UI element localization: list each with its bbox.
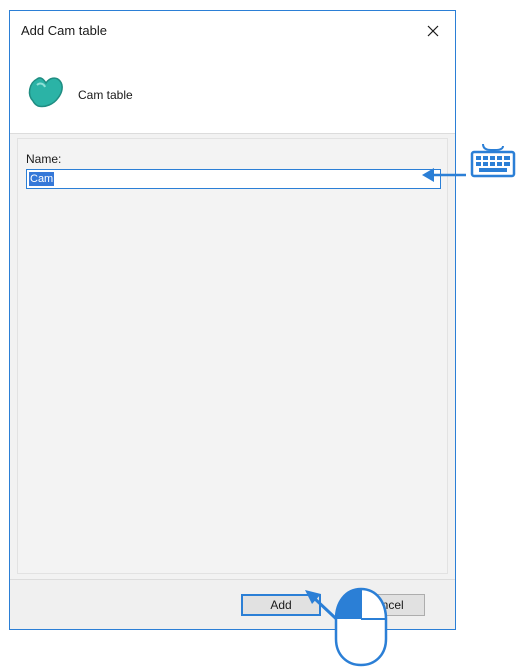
mouse-icon: [334, 587, 388, 667]
add-button[interactable]: Add: [241, 594, 321, 616]
dialog-body: Name: Cam: [10, 133, 455, 579]
form-panel: Name: Cam: [17, 138, 448, 574]
dialog-header: Cam table: [10, 51, 455, 133]
name-field-value: Cam: [29, 172, 55, 186]
header-label: Cam table: [78, 88, 133, 102]
dialog-title: Add Cam table: [21, 23, 107, 38]
name-field[interactable]: Cam: [26, 169, 441, 189]
cam-table-icon: [28, 77, 63, 108]
close-icon: [427, 25, 439, 37]
name-label: Name:: [26, 152, 62, 166]
add-cam-table-dialog: Add Cam table Cam table Name: Cam Add Ca…: [9, 10, 456, 630]
keyboard-icon: [470, 143, 516, 178]
title-bar: Add Cam table: [10, 11, 455, 51]
page: Add Cam table Cam table Name: Cam Add Ca…: [0, 0, 526, 669]
close-button[interactable]: [419, 17, 447, 45]
